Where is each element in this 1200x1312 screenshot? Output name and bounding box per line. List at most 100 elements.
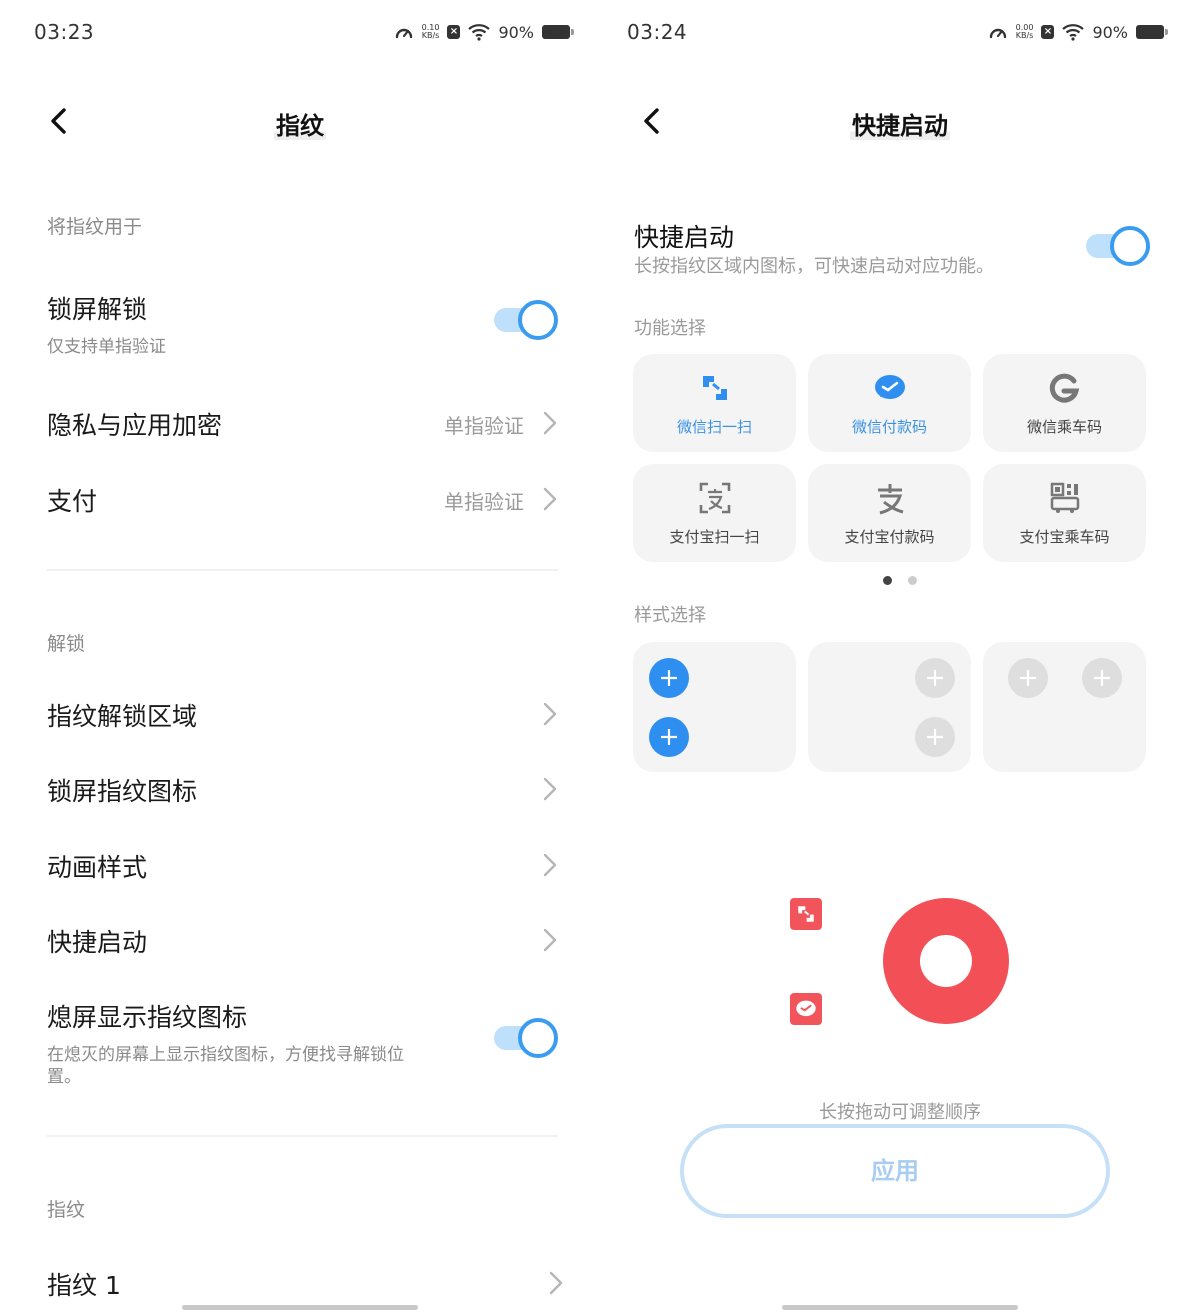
privacy-app-lock-row[interactable]: 隐私与应用加密 单指验证 [47,406,558,442]
row-title: 锁屏解锁 [47,295,148,324]
chevron-right-icon [543,928,557,952]
unlock-area-row[interactable]: 指纹解锁区域 [47,697,558,733]
plus-icon [915,717,955,757]
function-label: 微信乘车码 [1026,417,1102,436]
wechat-scan-icon [697,370,733,406]
style-tile-vertical-right[interactable] [808,642,971,772]
style-tile-vertical-left[interactable] [633,642,796,772]
battery-percent: 90% [498,22,534,42]
status-time: 03:24 [627,20,688,44]
toggle-knob [518,1018,558,1058]
lockscreen-unlock-row[interactable]: 锁屏解锁 仅支持单指验证 [47,290,558,358]
function-tile-wechat-pay[interactable]: 微信付款码 [808,354,971,452]
quick-launch-row[interactable]: 快捷启动 [47,923,558,959]
row-title: 指纹解锁区域 [47,702,198,731]
battery-percent: 90% [1092,22,1128,42]
page-dot[interactable] [908,576,917,585]
divider [47,1135,558,1137]
function-tile-alipay-pay[interactable]: 支付宝付款码 [808,464,971,562]
style-select-label: 样式选择 [634,605,706,626]
status-bar: 03:23 0.10 KB/s × 90% [34,14,574,50]
network-speed: 0.00 KB/s [1016,24,1034,40]
battery-icon [1136,25,1168,39]
page-indicator [600,576,1200,585]
function-label: 微信付款码 [851,417,927,436]
page-dot-active[interactable] [883,576,892,585]
fingerprint-settings-screen: 03:23 0.10 KB/s × 90% 指纹 将指纹用于 锁屏解锁 仅支持单… [0,0,600,1312]
toggle-knob [1110,226,1150,266]
lockscreen-icon-row[interactable]: 锁屏指纹图标 [47,772,558,808]
page-title-text: 快捷启动 [850,112,950,140]
wifi-icon [468,24,491,41]
fingerprint-1-row[interactable]: 指纹 1 [47,1266,563,1302]
chevron-right-icon [543,702,557,726]
function-tile-alipay-scan[interactable]: 支付宝扫一扫 [633,464,796,562]
chevron-right-icon [549,1271,563,1295]
home-indicator[interactable] [182,1305,418,1310]
drag-hint: 长按拖动可调整顺序 [819,1102,981,1123]
section-label-fingerprints: 指纹 [47,1199,86,1221]
preview-wechat-scan-icon[interactable] [790,898,822,930]
network-speed-unit: KB/s [421,31,440,40]
quick-launch-title: 快捷启动 [634,223,735,252]
quick-launch-toggle[interactable] [1086,226,1150,266]
speedometer-icon [395,28,412,39]
page-title: 指纹 [0,106,600,141]
divider [47,569,558,571]
plus-icon [915,658,955,698]
plus-icon [1082,658,1122,698]
row-value: 单指验证 [444,490,524,514]
quick-launch-screen: 03:24 0.00 KB/s × 90% 快捷启动 快捷启动 长按指纹区域内图… [600,0,1200,1312]
chevron-right-icon [543,411,557,435]
aod-fingerprint-icon-row[interactable]: 熄屏显示指纹图标 在熄灭的屏幕上显示指纹图标，方便找寻解锁位置。 [47,998,558,1088]
sim-off-icon: × [447,25,461,39]
plus-icon [649,658,689,698]
alipay-scan-icon [697,480,733,516]
function-grid: 微信扫一扫 微信付款码 微信乘车码 支付宝扫一扫 支付宝付款码 支付宝乘车码 [633,354,1147,562]
section-label-use-for: 将指纹用于 [47,216,143,238]
page-title: 快捷启动 [600,106,1200,141]
style-tile-horizontal-top[interactable] [983,642,1146,772]
function-tile-alipay-bus[interactable]: 支付宝乘车码 [983,464,1146,562]
animation-style-row[interactable]: 动画样式 [47,848,558,884]
row-title: 动画样式 [47,853,148,882]
status-icons: 0.10 KB/s × 90% [394,22,574,42]
function-select-label: 功能选择 [634,318,706,339]
network-speed-unit: KB/s [1015,31,1034,40]
row-title: 指纹 1 [47,1271,121,1300]
speedometer-icon [989,28,1006,39]
status-time: 03:23 [34,20,95,44]
style-grid [633,642,1147,772]
row-title: 锁屏指纹图标 [47,777,198,806]
wechat-bus-icon [1047,370,1083,406]
function-label: 支付宝乘车码 [1019,527,1110,546]
chevron-right-icon [543,777,557,801]
alipay-bus-icon [1047,480,1083,516]
fingerprint-area-icon [883,898,1009,1024]
plus-icon [1008,658,1048,698]
function-tile-wechat-scan[interactable]: 微信扫一扫 [633,354,796,452]
sim-off-icon: × [1041,25,1055,39]
lockscreen-unlock-toggle[interactable] [494,300,558,340]
header: 指纹 [0,96,600,152]
function-label: 支付宝付款码 [844,527,935,546]
plus-icon [649,717,689,757]
aod-fingerprint-icon-toggle[interactable] [494,1018,558,1058]
wechat-pay-icon [872,370,908,406]
status-icons: 0.00 KB/s × 90% [988,22,1168,42]
row-subtitle: 仅支持单指验证 [47,337,166,357]
alipay-pay-icon [872,480,908,516]
quick-launch-description: 长按指纹区域内图标，可快速启动对应功能。 [634,256,994,277]
page-title-text: 指纹 [274,112,326,140]
preview-wechat-pay-icon[interactable] [790,993,822,1025]
section-label-unlock: 解锁 [47,633,86,655]
home-indicator[interactable] [782,1305,1018,1310]
function-tile-wechat-bus[interactable]: 微信乘车码 [983,354,1146,452]
toggle-knob [518,300,558,340]
apply-button[interactable]: 应用 [680,1124,1110,1218]
chevron-right-icon [543,853,557,877]
function-label: 微信扫一扫 [676,417,752,436]
payment-row[interactable]: 支付 单指验证 [47,482,558,518]
status-bar: 03:24 0.00 KB/s × 90% [627,14,1168,50]
row-subtitle: 在熄灭的屏幕上显示指纹图标，方便找寻解锁位置。 [47,1045,404,1087]
